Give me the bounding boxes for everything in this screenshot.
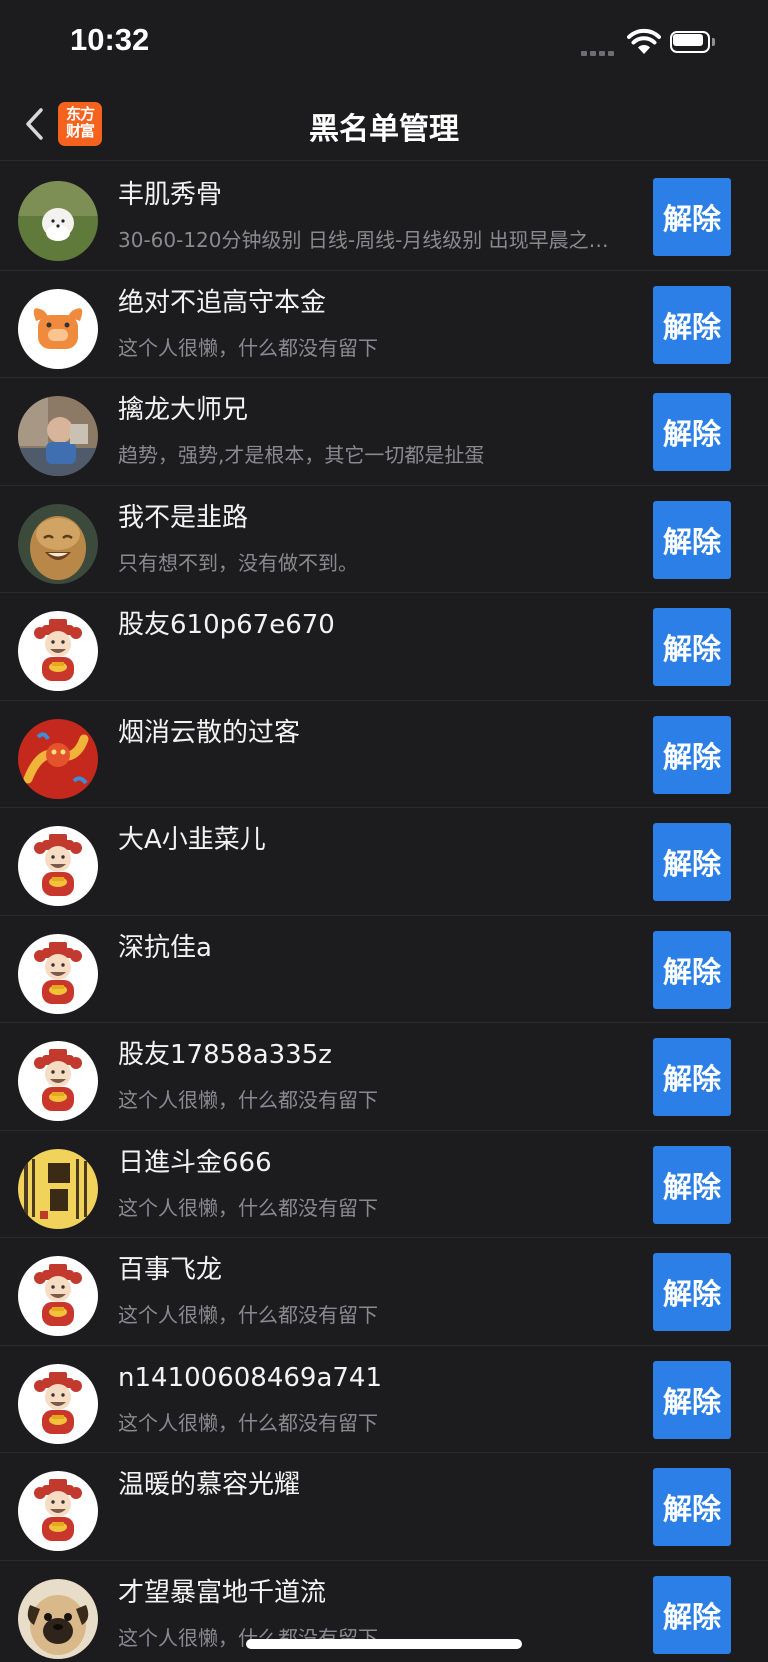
- user-bio: 这个人很懒，什么都没有留下: [118, 335, 378, 360]
- status-bar: 10:32: [0, 0, 768, 90]
- nav-bar: 东方 财富 黑名单管理: [0, 90, 768, 162]
- user-name: 日進斗金666: [118, 1147, 272, 1178]
- orange-cartoon-avatar: [18, 288, 98, 369]
- unblock-button[interactable]: 解除: [653, 715, 731, 794]
- user-name: 百事飞龙: [118, 1255, 223, 1285]
- fortune-god-avatar: [18, 1256, 98, 1336]
- fortune-god-avatar: [18, 933, 98, 1014]
- blacklist-item[interactable]: 丰肌秀骨 30-60-120分钟级别 日线-周线-月线级别 出现早晨之星买入信号 解…: [0, 163, 768, 271]
- avatar[interactable]: [18, 718, 98, 799]
- user-name: 深抗佳a: [118, 932, 212, 963]
- blacklist-item[interactable]: n14100608469a741 这个人很懒，什么都没有留下 解除: [0, 1346, 768, 1453]
- user-name: 大A小韭菜儿: [118, 825, 266, 855]
- pug-dog-avatar: [18, 1578, 98, 1659]
- user-bio: 这个人很懒，什么都没有留下: [118, 1088, 378, 1112]
- user-name: 才望暴富地千道流: [118, 1577, 327, 1608]
- unblock-button[interactable]: 解除: [653, 1360, 731, 1439]
- red-dragon-avatar: [18, 718, 98, 799]
- unblock-button[interactable]: 解除: [653, 823, 731, 901]
- unblock-button[interactable]: 解除: [653, 285, 731, 364]
- user-name: 股友610p67e670: [118, 610, 335, 640]
- white-dog-avatar: [18, 181, 98, 261]
- user-name: 我不是韭路: [118, 502, 249, 533]
- blacklist-item[interactable]: 烟消云散的过客 解除: [0, 701, 768, 808]
- user-name: 温暖的慕容光耀: [118, 1470, 301, 1500]
- blacklist-item[interactable]: 绝对不追高守本金这个人很懒，什么都没有留下 解除: [0, 271, 768, 378]
- avatar[interactable]: [18, 611, 98, 691]
- calligraphy-avatar: [18, 1148, 98, 1229]
- unblock-button[interactable]: 解除: [653, 393, 731, 471]
- unblock-button[interactable]: 解除: [653, 930, 731, 1009]
- user-name: 丰肌秀骨: [118, 180, 223, 210]
- user-bio: 30-60-120分钟级别 日线-周线-月线级别 出现早晨之星买入信号: [118, 228, 620, 252]
- status-time: 10:32: [70, 22, 150, 57]
- fortune-god-avatar: [18, 1471, 98, 1551]
- unblock-button[interactable]: 解除: [653, 500, 731, 579]
- unblock-button[interactable]: 解除: [653, 1038, 731, 1116]
- blacklist-item[interactable]: 百事飞龙这个人很懒，什么都没有留下 解除: [0, 1238, 768, 1346]
- avatar[interactable]: [18, 1041, 98, 1121]
- avatar[interactable]: [18, 1148, 98, 1229]
- avatar[interactable]: [18, 1363, 98, 1444]
- avatar[interactable]: [18, 1471, 98, 1551]
- user-name: 烟消云散的过客: [118, 717, 301, 748]
- avatar[interactable]: [18, 933, 98, 1014]
- fortune-god-avatar: [18, 1363, 98, 1444]
- blacklist-item[interactable]: 深抗佳a 解除: [0, 916, 768, 1023]
- unblock-button[interactable]: 解除: [653, 178, 731, 256]
- fortune-god-avatar: [18, 826, 98, 906]
- avatar[interactable]: [18, 826, 98, 906]
- user-name: 股友17858a335z: [118, 1040, 332, 1070]
- avatar[interactable]: [18, 288, 98, 369]
- user-name: 绝对不追高守本金: [118, 287, 327, 318]
- battery-icon: [670, 31, 720, 56]
- user-bio: 只有想不到，没有做不到。: [118, 550, 358, 575]
- cellular-signal-icon: [581, 48, 617, 56]
- unblock-button[interactable]: 解除: [653, 608, 731, 686]
- user-name: n14100608469a741: [118, 1362, 382, 1393]
- avatar[interactable]: [18, 1578, 98, 1659]
- nav-divider: [0, 160, 768, 161]
- fortune-god-avatar: [18, 611, 98, 691]
- blacklist-item[interactable]: 股友17858a335z 这个人很懒，什么都没有留下 解除: [0, 1023, 768, 1131]
- user-bio: 这个人很懒，什么都没有留下: [118, 1410, 378, 1435]
- avatar[interactable]: [18, 181, 98, 261]
- laughing-buddha-avatar: [18, 503, 98, 584]
- wifi-icon: [627, 28, 661, 54]
- unblock-button[interactable]: 解除: [653, 1575, 731, 1654]
- avatar[interactable]: [18, 396, 98, 476]
- blacklist-item[interactable]: 大A小韭菜儿 解除: [0, 808, 768, 916]
- user-bio: 这个人很懒，什么都没有留下: [118, 1195, 378, 1220]
- blacklist-item[interactable]: 股友610p67e670 解除: [0, 593, 768, 701]
- unblock-button[interactable]: 解除: [653, 1468, 731, 1546]
- screen: 10:32 东方 财富 黑名单管理 丰肌秀骨 30-60-120分钟级别 日线-…: [0, 0, 768, 1662]
- blacklist-item[interactable]: 我不是韭路只有想不到，没有做不到。 解除: [0, 486, 768, 593]
- avatar[interactable]: [18, 503, 98, 584]
- avatar[interactable]: [18, 1256, 98, 1336]
- blacklist-item[interactable]: 温暖的慕容光耀 解除: [0, 1453, 768, 1561]
- user-bio: 趋势，强势,才是根本，其它一切都是扯蛋: [118, 443, 485, 467]
- user-name: 擒龙大师兄: [118, 395, 249, 425]
- blacklist-item[interactable]: 日進斗金666 这个人很懒，什么都没有留下 解除: [0, 1131, 768, 1238]
- user-bio: 这个人很懒，什么都没有留下: [118, 1303, 378, 1327]
- person-photo-avatar: [18, 396, 98, 476]
- unblock-button[interactable]: 解除: [653, 1253, 731, 1331]
- page-title: 黑名单管理: [309, 112, 459, 147]
- unblock-button[interactable]: 解除: [653, 1145, 731, 1224]
- fortune-god-avatar: [18, 1041, 98, 1121]
- blacklist: 丰肌秀骨30-60-120分钟级别 日线-周线-月线级别 出现早晨之星买入信号解…: [0, 163, 768, 1662]
- blacklist-item[interactable]: 擒龙大师兄趋势，强势,才是根本，其它一切都是扯蛋 解除: [0, 378, 768, 486]
- home-indicator: [246, 1639, 522, 1649]
